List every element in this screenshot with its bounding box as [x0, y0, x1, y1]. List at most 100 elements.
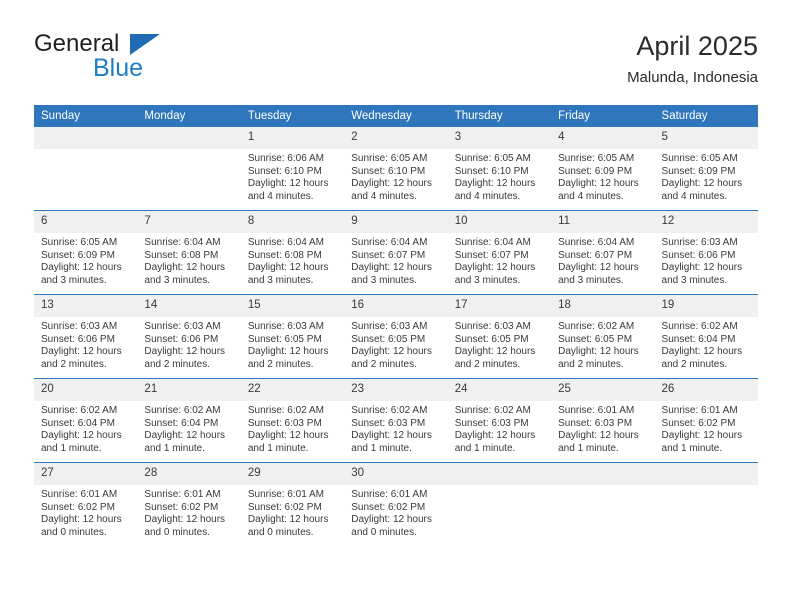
sunrise-time: Sunrise: 6:04 AM [454, 237, 531, 248]
sunrise-time: Sunrise: 6:04 AM [247, 237, 324, 248]
calendar-page: General Blue April 2025 Malunda, Indones… [0, 0, 792, 612]
sunset-time: Sunset: 6:09 PM [558, 165, 633, 177]
calendar-day-cell[interactable]: 17 Sunrise: 6:03 AM Sunset: 6:05 PM Dayligh… [447, 294, 552, 379]
daylight-duration-line-1: Daylight: 12 hours [558, 430, 639, 442]
calendar-week-row: 1 Sunrise: 6:06 AM Sunset: 6:10 PM Daylight… [34, 127, 758, 211]
calendar-day-cell[interactable]: 29 Sunrise: 6:01 AM Sunset: 6:02 PM Dayligh… [240, 462, 345, 546]
calendar-day-cell[interactable]: 10 Sunrise: 6:04 AM Sunset: 6:07 PM Dayligh… [447, 210, 552, 295]
daylight-duration-line-2: and 2 minutes. [661, 358, 728, 370]
day-astronomy-info: Sunrise: 6:02 AM Sunset: 6:04 PM Daylight:… [34, 401, 137, 455]
calendar-day-cell[interactable]: 4 Sunrise: 6:05 AM Sunset: 6:09 PM Daylight… [551, 127, 655, 211]
day-number: 17 [447, 295, 552, 317]
sunrise-time: Sunrise: 6:01 AM [661, 405, 738, 416]
sunrise-time: Sunrise: 6:02 AM [454, 405, 531, 416]
weekday-header-wednesday: Wednesday [344, 105, 448, 127]
sunset-time: Sunset: 6:03 PM [247, 417, 322, 429]
calendar-cell-empty [447, 462, 552, 546]
day-number: 3 [447, 127, 552, 149]
general-blue-logo[interactable]: General Blue [34, 30, 254, 90]
daylight-duration-line-2: and 0 minutes. [247, 526, 314, 538]
calendar-day-cell[interactable]: 20 Sunrise: 6:02 AM Sunset: 6:04 PM Dayligh… [34, 378, 138, 463]
calendar-day-cell[interactable]: 16 Sunrise: 6:03 AM Sunset: 6:05 PM Dayligh… [344, 294, 448, 379]
daylight-duration-line-2: and 4 minutes. [247, 190, 314, 202]
calendar-day-cell[interactable]: 5 Sunrise: 6:05 AM Sunset: 6:09 PM Daylight… [654, 127, 758, 211]
day-number [137, 127, 241, 149]
calendar-day-cell[interactable]: 8 Sunrise: 6:04 AM Sunset: 6:08 PM Daylight… [240, 210, 345, 295]
sunset-time: Sunset: 6:08 PM [144, 249, 219, 261]
day-number: 30 [344, 463, 448, 485]
sunrise-time: Sunrise: 6:02 AM [247, 405, 324, 416]
sunrise-time: Sunrise: 6:05 AM [351, 153, 428, 164]
sunset-time: Sunset: 6:02 PM [247, 501, 322, 513]
calendar-week-row: 27 Sunrise: 6:01 AM Sunset: 6:02 PM Dayligh… [34, 462, 758, 546]
daylight-duration-line-2: and 1 minute. [41, 442, 102, 454]
calendar-day-cell[interactable]: 23 Sunrise: 6:02 AM Sunset: 6:03 PM Dayligh… [344, 378, 448, 463]
calendar-day-cell[interactable]: 9 Sunrise: 6:04 AM Sunset: 6:07 PM Daylight… [344, 210, 448, 295]
calendar-day-cell[interactable]: 30 Sunrise: 6:01 AM Sunset: 6:02 PM Dayligh… [344, 462, 448, 546]
daylight-duration-line-2: and 4 minutes. [558, 190, 624, 202]
daylight-duration-line-1: Daylight: 12 hours [144, 514, 226, 526]
daylight-duration-line-1: Daylight: 12 hours [144, 430, 226, 442]
calendar-day-cell[interactable]: 21 Sunrise: 6:02 AM Sunset: 6:04 PM Dayligh… [137, 378, 241, 463]
calendar-day-cell[interactable]: 13 Sunrise: 6:03 AM Sunset: 6:06 PM Dayligh… [34, 294, 138, 379]
sunset-time: Sunset: 6:05 PM [454, 333, 529, 345]
sunrise-time: Sunrise: 6:05 AM [558, 153, 635, 164]
calendar-day-cell[interactable]: 3 Sunrise: 6:05 AM Sunset: 6:10 PM Daylight… [447, 127, 552, 211]
day-number: 25 [551, 379, 655, 401]
weekday-header-sunday: Sunday [34, 105, 138, 127]
sunset-time: Sunset: 6:05 PM [558, 333, 633, 345]
calendar-day-cell[interactable]: 14 Sunrise: 6:03 AM Sunset: 6:06 PM Dayligh… [137, 294, 241, 379]
calendar-day-cell[interactable]: 15 Sunrise: 6:03 AM Sunset: 6:05 PM Dayligh… [240, 294, 345, 379]
day-astronomy-info: Sunrise: 6:02 AM Sunset: 6:03 PM Daylight:… [448, 401, 551, 455]
day-number: 16 [344, 295, 448, 317]
sunrise-time: Sunrise: 6:02 AM [144, 405, 221, 416]
daylight-duration-line-2: and 1 minute. [351, 442, 412, 454]
sunset-time: Sunset: 6:03 PM [454, 417, 529, 429]
calendar-day-cell[interactable]: 2 Sunrise: 6:05 AM Sunset: 6:10 PM Daylight… [344, 127, 448, 211]
daylight-duration-line-1: Daylight: 12 hours [351, 346, 432, 358]
calendar-day-cell[interactable]: 12 Sunrise: 6:03 AM Sunset: 6:06 PM Dayligh… [654, 210, 758, 295]
daylight-duration-line-1: Daylight: 12 hours [661, 346, 743, 358]
sunset-time: Sunset: 6:10 PM [247, 165, 322, 177]
day-number: 7 [137, 211, 241, 233]
calendar-day-cell[interactable]: 11 Sunrise: 6:04 AM Sunset: 6:07 PM Dayligh… [551, 210, 655, 295]
sunset-time: Sunset: 6:02 PM [351, 501, 426, 513]
weekday-header-tuesday: Tuesday [240, 105, 345, 127]
day-astronomy-info: Sunrise: 6:03 AM Sunset: 6:05 PM Daylight:… [448, 317, 551, 371]
calendar-day-cell[interactable]: 19 Sunrise: 6:02 AM Sunset: 6:04 PM Dayligh… [654, 294, 758, 379]
daylight-duration-line-2: and 2 minutes. [144, 358, 211, 370]
calendar-day-cell[interactable]: 6 Sunrise: 6:05 AM Sunset: 6:09 PM Daylight… [34, 210, 138, 295]
calendar-day-cell[interactable]: 24 Sunrise: 6:02 AM Sunset: 6:03 PM Dayligh… [447, 378, 552, 463]
day-astronomy-info: Sunrise: 6:03 AM Sunset: 6:05 PM Daylight:… [241, 317, 344, 371]
weekday-header-friday: Friday [551, 105, 655, 127]
calendar-day-cell[interactable]: 7 Sunrise: 6:04 AM Sunset: 6:08 PM Daylight… [137, 210, 241, 295]
weekday-header-saturday: Saturday [654, 105, 758, 127]
daylight-duration-line-2: and 2 minutes. [41, 358, 107, 370]
sunrise-time: Sunrise: 6:05 AM [41, 237, 118, 248]
sunset-time: Sunset: 6:10 PM [454, 165, 529, 177]
sunrise-time: Sunrise: 6:01 AM [41, 489, 118, 500]
calendar-day-cell[interactable]: 26 Sunrise: 6:01 AM Sunset: 6:02 PM Dayligh… [654, 378, 758, 463]
daylight-duration-line-2: and 3 minutes. [661, 274, 728, 286]
daylight-duration-line-1: Daylight: 12 hours [558, 346, 639, 358]
day-astronomy-info: Sunrise: 6:01 AM Sunset: 6:02 PM Daylight:… [655, 401, 758, 455]
day-astronomy-info: Sunrise: 6:03 AM Sunset: 6:05 PM Daylight:… [344, 317, 447, 371]
sunrise-time: Sunrise: 6:05 AM [661, 153, 738, 164]
day-number: 23 [344, 379, 448, 401]
calendar-day-cell[interactable]: 18 Sunrise: 6:02 AM Sunset: 6:05 PM Dayligh… [551, 294, 655, 379]
day-astronomy-info: Sunrise: 6:04 AM Sunset: 6:07 PM Daylight:… [551, 233, 654, 287]
day-number: 15 [240, 295, 345, 317]
calendar-day-cell[interactable]: 27 Sunrise: 6:01 AM Sunset: 6:02 PM Dayligh… [34, 462, 138, 546]
calendar-day-cell[interactable]: 28 Sunrise: 6:01 AM Sunset: 6:02 PM Dayligh… [137, 462, 241, 546]
day-number: 20 [34, 379, 138, 401]
daylight-duration-line-1: Daylight: 12 hours [247, 430, 329, 442]
day-number: 2 [344, 127, 448, 149]
sunrise-time: Sunrise: 6:05 AM [454, 153, 531, 164]
day-number [34, 127, 138, 149]
calendar-day-cell[interactable]: 1 Sunrise: 6:06 AM Sunset: 6:10 PM Daylight… [240, 127, 345, 211]
daylight-duration-line-1: Daylight: 12 hours [661, 178, 743, 190]
sunset-time: Sunset: 6:04 PM [661, 333, 736, 345]
calendar-day-cell[interactable]: 22 Sunrise: 6:02 AM Sunset: 6:03 PM Dayligh… [240, 378, 345, 463]
calendar-day-cell[interactable]: 25 Sunrise: 6:01 AM Sunset: 6:03 PM Dayligh… [551, 378, 655, 463]
sunset-time: Sunset: 6:10 PM [351, 165, 426, 177]
